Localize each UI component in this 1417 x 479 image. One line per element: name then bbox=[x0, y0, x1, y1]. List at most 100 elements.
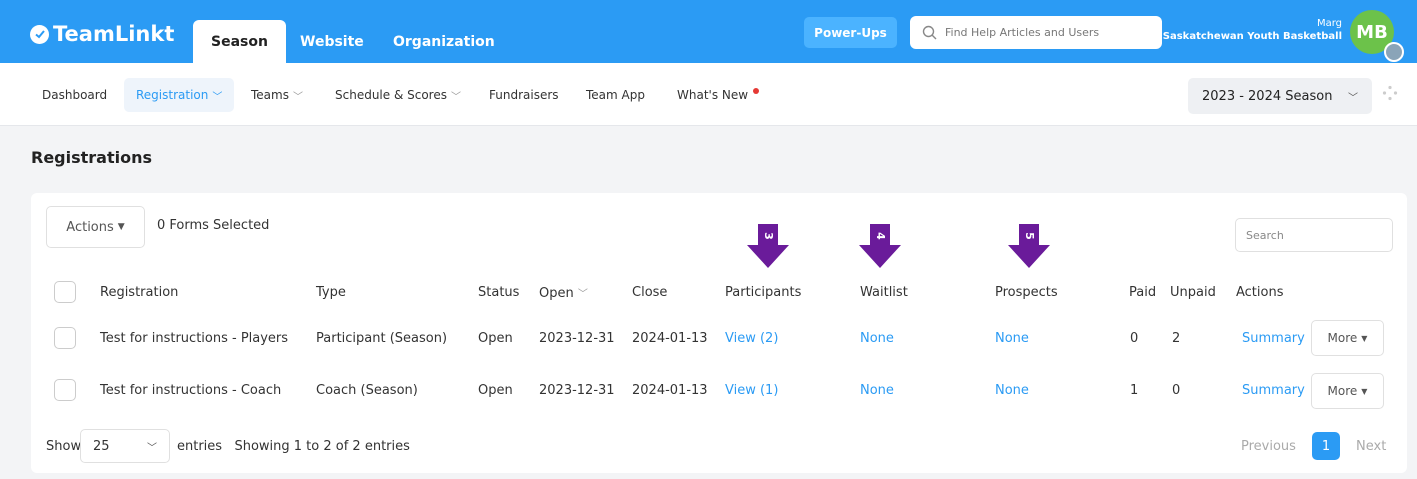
registration-status: Open bbox=[478, 383, 513, 398]
registrations-search-input[interactable] bbox=[1235, 218, 1393, 252]
unpaid-count: 2 bbox=[1172, 331, 1181, 346]
chevron-down-icon: ﹀ bbox=[147, 442, 157, 454]
column-header-participants[interactable]: Participants bbox=[725, 285, 801, 300]
entries-info: entries Showing 1 to 2 of 2 entries bbox=[177, 439, 410, 454]
registration-name[interactable]: Test for instructions - Players bbox=[100, 331, 288, 346]
subnav-registration[interactable]: Registration ﹀ bbox=[124, 78, 235, 112]
tab-website[interactable]: Website bbox=[282, 20, 382, 63]
sub-navigation: Dashboard Registration ﹀ Teams ﹀ Schedul… bbox=[0, 63, 1417, 126]
column-header-open[interactable]: Open ﹀ bbox=[539, 285, 588, 301]
subnav-team-app-label: Team App bbox=[586, 88, 645, 102]
column-header-actions: Actions bbox=[1236, 285, 1284, 300]
pagination-next[interactable]: Next bbox=[1356, 439, 1386, 454]
check-circle-icon bbox=[30, 24, 49, 44]
unpaid-count: 0 bbox=[1172, 383, 1181, 398]
participants-view-link[interactable]: View (1) bbox=[725, 383, 778, 398]
paid-count: 0 bbox=[1130, 331, 1139, 346]
subnav-registration-label: Registration bbox=[136, 88, 209, 102]
page-title: Registrations bbox=[31, 148, 153, 167]
registration-open-date: 2023-12-31 bbox=[539, 383, 615, 398]
row-checkbox[interactable] bbox=[54, 327, 76, 349]
actions-dropdown-button[interactable]: Actions ▼ bbox=[46, 206, 145, 248]
power-ups-button[interactable]: Power-Ups bbox=[804, 17, 897, 48]
tab-season[interactable]: Season bbox=[193, 20, 286, 63]
summary-link[interactable]: Summary bbox=[1242, 331, 1305, 346]
subnav-dashboard-label: Dashboard bbox=[42, 88, 108, 102]
more-label: More bbox=[1327, 331, 1358, 345]
logo-text: TeamLinkt bbox=[53, 22, 175, 46]
annotation-arrow-5: 5 bbox=[1006, 223, 1052, 269]
prospects-link[interactable]: None bbox=[995, 383, 1029, 398]
annotation-arrow-3: 3 bbox=[745, 223, 791, 269]
help-search-input[interactable] bbox=[945, 26, 1155, 39]
caret-down-icon: ▼ bbox=[117, 222, 125, 232]
show-label: Show bbox=[46, 439, 82, 454]
registration-close-date: 2024-01-13 bbox=[632, 331, 708, 346]
annotation-number: 3 bbox=[762, 232, 775, 240]
pagination-page-1[interactable]: 1 bbox=[1312, 432, 1340, 460]
subnav-teams[interactable]: Teams ﹀ bbox=[251, 78, 303, 112]
registrations-card: Actions ▼ 0 Forms Selected 3 4 5 Registr… bbox=[31, 193, 1407, 473]
annotation-number: 4 bbox=[874, 232, 887, 240]
forms-selected-count: 0 Forms Selected bbox=[157, 218, 270, 233]
column-header-type[interactable]: Type bbox=[316, 285, 346, 300]
subnav-whats-new-label: What's New bbox=[677, 88, 749, 102]
column-header-waitlist[interactable]: Waitlist bbox=[860, 285, 908, 300]
notification-dot-icon bbox=[753, 88, 760, 94]
chevron-down-icon: ﹀ bbox=[1348, 92, 1358, 104]
user-org-info[interactable]: Marg Saskatchewan Youth Basketball bbox=[1163, 18, 1342, 42]
caret-down-icon: ▼ bbox=[1361, 386, 1368, 396]
column-header-status[interactable]: Status bbox=[478, 285, 519, 300]
org-name: Saskatchewan Youth Basketball bbox=[1162, 31, 1342, 42]
subnav-fundraisers-label: Fundraisers bbox=[489, 88, 559, 102]
column-header-registration[interactable]: Registration bbox=[100, 285, 178, 300]
registration-name[interactable]: Test for instructions - Coach bbox=[100, 383, 281, 398]
annotation-arrow-4: 4 bbox=[857, 223, 903, 269]
subnav-schedule-scores-label: Schedule & Scores bbox=[335, 88, 447, 102]
prospects-link[interactable]: None bbox=[995, 331, 1029, 346]
drag-dots-icon[interactable] bbox=[1382, 85, 1398, 101]
column-header-unpaid[interactable]: Unpaid bbox=[1170, 285, 1216, 300]
season-select-value: 2023 - 2024 Season bbox=[1202, 88, 1333, 104]
participants-view-link[interactable]: View (2) bbox=[725, 331, 778, 346]
entries-per-page-value: 25 bbox=[93, 438, 110, 454]
registration-close-date: 2024-01-13 bbox=[632, 383, 708, 398]
more-dropdown-button[interactable]: More ▼ bbox=[1311, 320, 1384, 356]
subnav-dashboard[interactable]: Dashboard bbox=[42, 78, 107, 112]
chevron-down-icon: ﹀ bbox=[212, 91, 223, 103]
registration-type: Coach (Season) bbox=[316, 383, 418, 398]
subnav-teams-label: Teams bbox=[251, 88, 289, 102]
subnav-team-app[interactable]: Team App bbox=[586, 78, 645, 112]
registration-open-date: 2023-12-31 bbox=[539, 331, 615, 346]
more-label: More bbox=[1327, 384, 1358, 398]
user-name: Marg bbox=[1316, 18, 1342, 29]
teamlinkt-logo[interactable]: TeamLinkt bbox=[30, 22, 174, 46]
pagination-previous[interactable]: Previous bbox=[1241, 439, 1296, 454]
waitlist-link[interactable]: None bbox=[860, 383, 894, 398]
registration-status: Open bbox=[478, 331, 513, 346]
top-bar: TeamLinkt Season Website Organization Po… bbox=[0, 0, 1417, 63]
season-select[interactable]: 2023 - 2024 Season ﹀ bbox=[1188, 78, 1372, 114]
actions-label: Actions bbox=[66, 219, 114, 235]
subnav-whats-new[interactable]: What's New bbox=[677, 78, 760, 112]
sort-chevron-icon: ﹀ bbox=[577, 289, 588, 300]
more-dropdown-button[interactable]: More ▼ bbox=[1311, 373, 1384, 409]
subnav-schedule-scores[interactable]: Schedule & Scores ﹀ bbox=[335, 78, 461, 112]
column-header-close[interactable]: Close bbox=[632, 285, 667, 300]
avatar-badge-icon bbox=[1384, 42, 1404, 62]
entries-per-page-select[interactable]: 25 ﹀ bbox=[80, 429, 170, 463]
chevron-down-icon: ﹀ bbox=[451, 91, 461, 103]
registration-type: Participant (Season) bbox=[316, 331, 448, 346]
help-search bbox=[910, 16, 1162, 49]
column-header-paid[interactable]: Paid bbox=[1129, 285, 1156, 300]
tab-organization[interactable]: Organization bbox=[375, 20, 513, 63]
summary-link[interactable]: Summary bbox=[1242, 383, 1305, 398]
column-header-prospects[interactable]: Prospects bbox=[995, 285, 1058, 300]
annotation-number: 5 bbox=[1023, 232, 1036, 240]
subnav-fundraisers[interactable]: Fundraisers bbox=[489, 78, 559, 112]
column-header-open-label: Open bbox=[539, 286, 574, 301]
select-all-checkbox[interactable] bbox=[54, 281, 76, 303]
row-checkbox[interactable] bbox=[54, 379, 76, 401]
paid-count: 1 bbox=[1130, 383, 1139, 398]
waitlist-link[interactable]: None bbox=[860, 331, 894, 346]
